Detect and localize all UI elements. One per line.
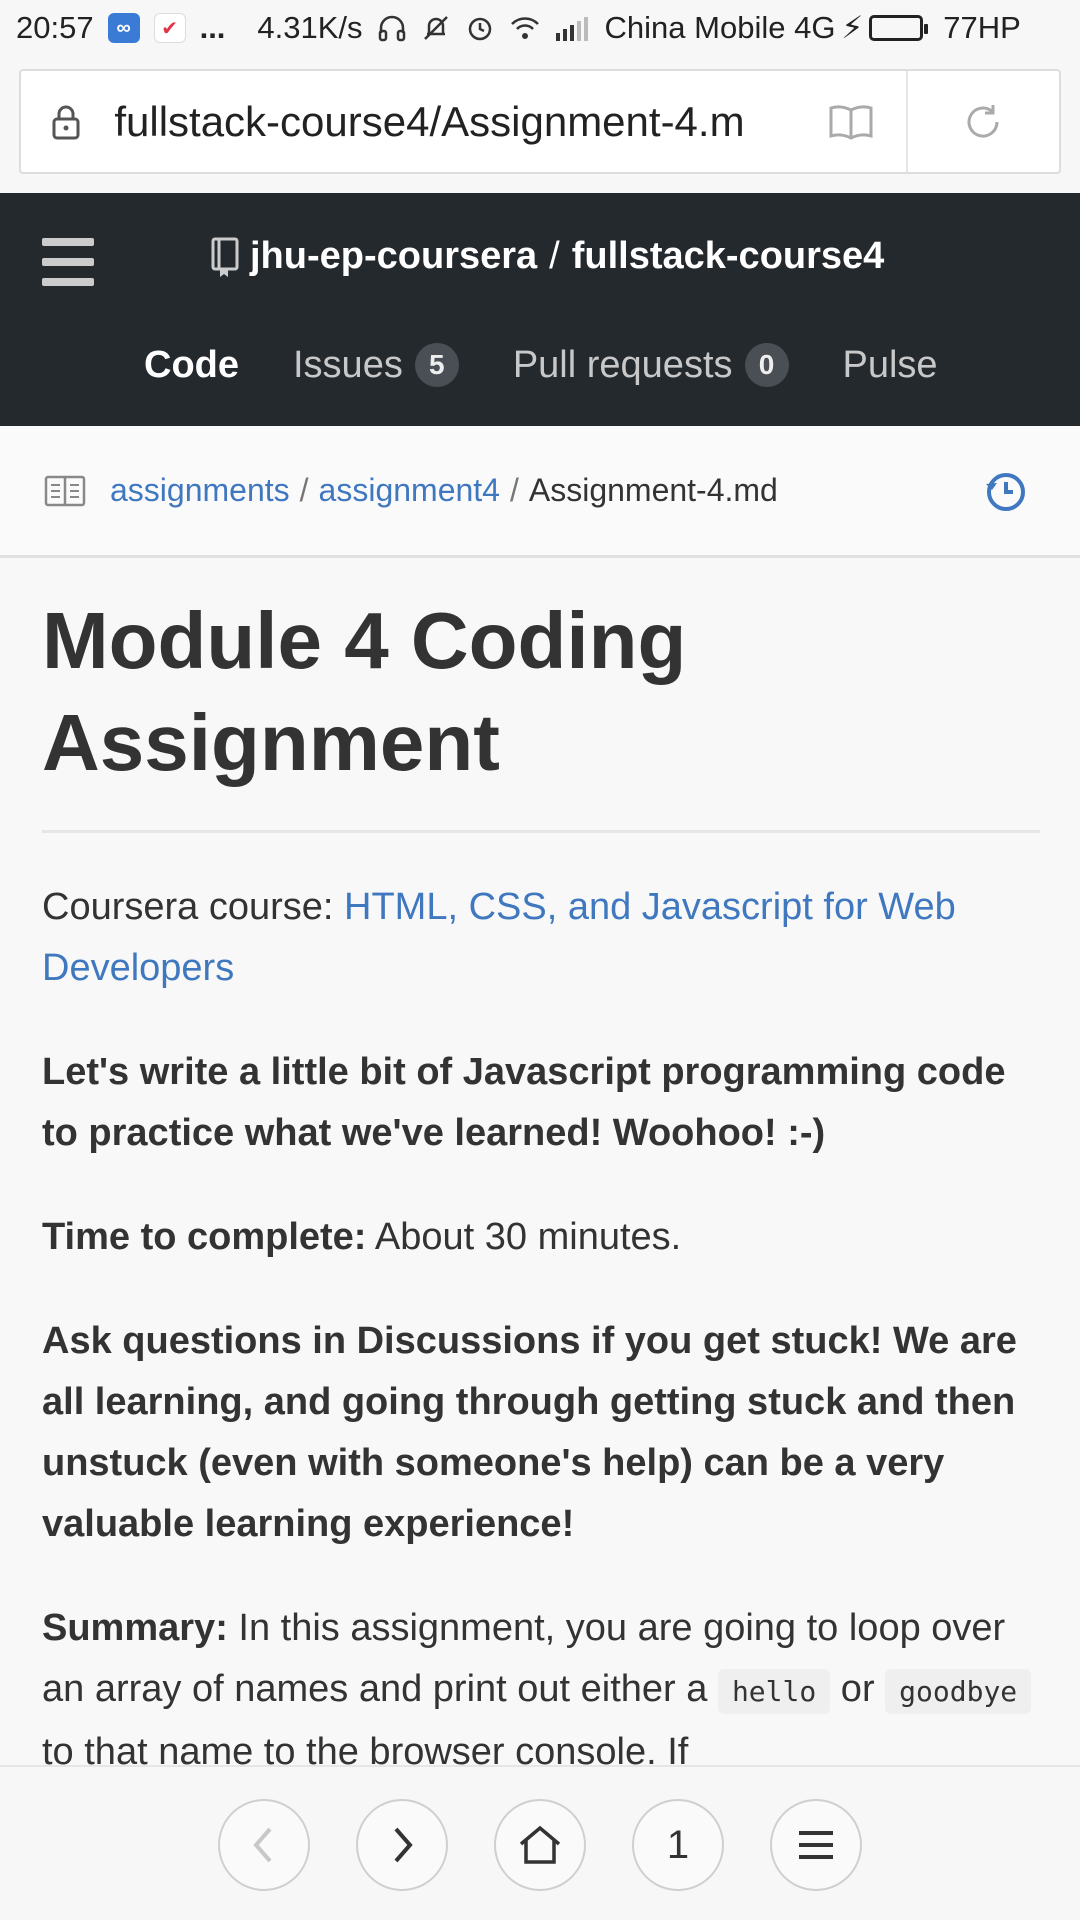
url-text[interactable]: fullstack-course4/Assignment-4.m	[114, 98, 797, 146]
questions-paragraph: Ask questions in Discussions if you get …	[42, 1311, 1040, 1555]
repo-book-icon	[210, 236, 240, 278]
breadcrumb-separator: /	[299, 472, 309, 508]
intro-text: Let's write a little bit of Javascript p…	[42, 1051, 1006, 1154]
breadcrumb-separator: /	[509, 472, 519, 508]
breadcrumb-assignments[interactable]: assignments	[110, 472, 290, 509]
battery-text: 77HP	[943, 10, 1021, 45]
network-speed: 4.31K/s	[257, 10, 363, 45]
time-value: About 30 minutes.	[366, 1216, 682, 1258]
repo-name-link[interactable]: fullstack-course4	[572, 235, 885, 278]
page-title: Module 4 Coding Assignment	[42, 590, 1040, 833]
alarm-icon	[465, 13, 495, 43]
summary-label: Summary:	[42, 1607, 228, 1649]
repo-separator: /	[549, 235, 560, 277]
tab-pulse[interactable]: Pulse	[843, 344, 938, 387]
clock: 20:57	[16, 10, 94, 45]
check-app-icon: ✔	[153, 13, 186, 43]
infinity-app-icon: ∞	[107, 13, 140, 43]
summary-paragraph: Summary: In this assignment, you are goi…	[42, 1598, 1040, 1765]
reader-mode-icon[interactable]	[797, 71, 906, 172]
forward-arrow-icon[interactable]	[356, 1799, 448, 1891]
more-notifications: ...	[199, 10, 226, 45]
wifi-icon	[509, 13, 541, 43]
back-arrow-icon[interactable]	[218, 1799, 310, 1891]
pull-requests-count-badge: 0	[744, 343, 789, 387]
reload-icon[interactable]	[905, 71, 1059, 172]
breadcrumb-assignment4[interactable]: assignment4	[319, 472, 500, 509]
readme-book-icon	[44, 475, 86, 507]
signal-icon	[555, 15, 591, 41]
history-icon[interactable]	[984, 470, 1028, 522]
course-paragraph: Coursera course: HTML, CSS, and Javascri…	[42, 877, 1040, 999]
time-label: Time to complete:	[42, 1216, 367, 1258]
browser-toolbar: fullstack-course4/Assignment-4.m	[0, 56, 1080, 193]
code-goodbye: goodbye	[885, 1669, 1032, 1714]
summary-text-2: or	[830, 1668, 886, 1710]
browser-bottom-nav: 1	[0, 1765, 1080, 1920]
tab-code[interactable]: Code	[144, 344, 239, 387]
time-paragraph: Time to complete: About 30 minutes.	[42, 1207, 1040, 1268]
carrier-name: China Mobile 4G	[604, 10, 836, 45]
questions-text: Ask questions in Discussions if you get …	[42, 1320, 1017, 1545]
code-hello: hello	[717, 1669, 831, 1714]
charging-icon: ⚡	[841, 10, 864, 45]
intro-paragraph: Let's write a little bit of Javascript p…	[42, 1042, 1040, 1164]
status-bar: 20:57 ∞ ✔ ... 4.31K/s China Mobile 4G ⚡ …	[0, 0, 1080, 56]
summary-text-3: to that name to the browser console. If	[42, 1731, 689, 1765]
repo-title: jhu-ep-coursera / fullstack-course4	[210, 235, 884, 278]
tab-issues-label: Issues	[293, 343, 403, 386]
issues-count-badge: 5	[414, 343, 459, 387]
github-header: jhu-ep-coursera / fullstack-course4 Code…	[0, 193, 1080, 426]
headphones-icon	[377, 13, 407, 43]
tab-pull-requests-label: Pull requests	[512, 343, 733, 386]
lock-icon	[51, 103, 110, 141]
tab-count: 1	[666, 1822, 690, 1867]
address-bar[interactable]: fullstack-course4/Assignment-4.m	[19, 69, 1061, 174]
breadcrumb: assignments / assignment4 / Assignment-4…	[0, 426, 1080, 558]
hamburger-menu-icon[interactable]	[42, 238, 94, 286]
breadcrumb-current-file: Assignment-4.md	[528, 472, 778, 508]
mute-bell-icon	[421, 13, 451, 43]
tab-pulse-label: Pulse	[842, 343, 938, 386]
repo-owner-link[interactable]: jhu-ep-coursera	[250, 235, 537, 278]
course-label: Coursera course:	[42, 886, 345, 928]
markdown-body: Module 4 Coding Assignment Coursera cour…	[42, 590, 1040, 1765]
home-icon[interactable]	[494, 1799, 586, 1891]
tab-count-button[interactable]: 1	[632, 1799, 724, 1891]
repo-nav: Code Issues 5 Pull requests 0 Pulse	[0, 333, 1080, 397]
battery-icon	[869, 15, 929, 41]
menu-icon[interactable]	[770, 1799, 862, 1891]
tab-pull-requests[interactable]: Pull requests 0	[513, 343, 789, 387]
tab-code-label: Code	[144, 343, 239, 386]
tab-issues[interactable]: Issues 5	[293, 343, 459, 387]
